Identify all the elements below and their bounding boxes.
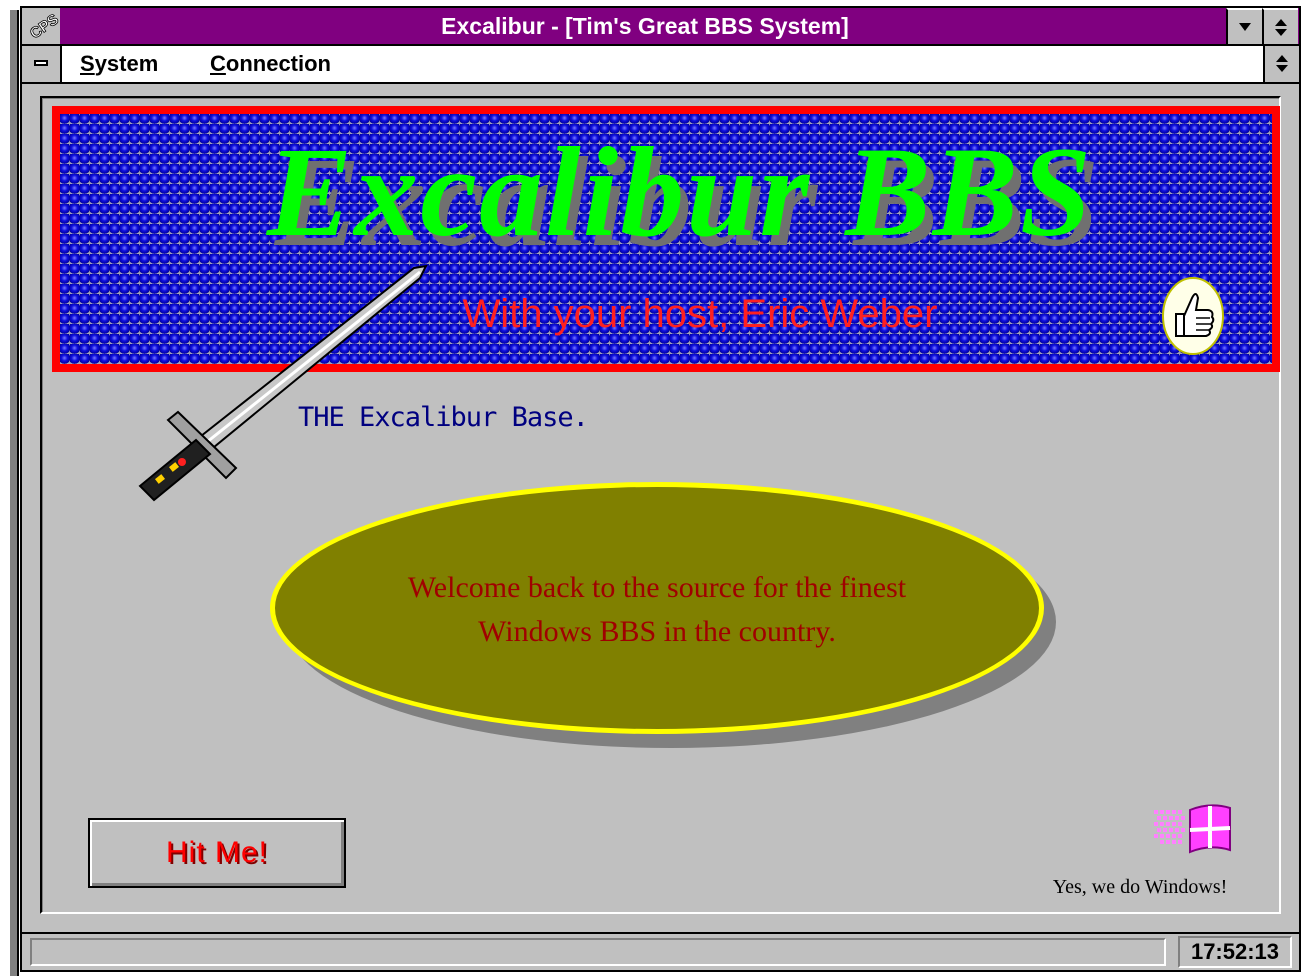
status-message-area [30, 938, 1166, 966]
client-area: Excalibur BBS With your host, Eric Weber… [20, 84, 1301, 932]
thumbs-up-icon [1162, 277, 1224, 355]
welcome-line-1: Welcome back to the source for the fines… [407, 571, 907, 604]
restore-button[interactable] [1262, 8, 1298, 44]
restore-icon [1276, 55, 1288, 72]
status-clock: 17:52:13 [1178, 936, 1292, 968]
menu-connection[interactable]: Connection [210, 46, 331, 82]
hit-me-button[interactable]: Hit Me! [88, 818, 346, 888]
window-left-edge [10, 10, 19, 976]
welcome-line-2: Windows BBS in the country. [478, 615, 836, 648]
minimize-icon [1239, 23, 1251, 31]
windows-caption: Yes, we do Windows! [1052, 876, 1228, 898]
menu-system[interactable]: System [80, 46, 158, 82]
welcome-message: Welcome back to the source for the fines… [302, 566, 1012, 654]
minimize-button[interactable] [1226, 8, 1262, 44]
restore-icon [1275, 19, 1287, 36]
banner-subtitle: With your host, Eric Weber [462, 292, 938, 336]
base-title: THE Excalibur Base. [298, 402, 589, 433]
status-bar: 17:52:13 [20, 932, 1301, 972]
document-control-menu-button[interactable] [22, 46, 62, 82]
banner-title: Excalibur BBS [266, 121, 1094, 263]
hit-me-label: Hit Me! [165, 836, 268, 869]
windows-logo-icon [1154, 804, 1231, 854]
control-menu-icon [34, 60, 48, 66]
title-bar[interactable]: Excalibur - [Tim's Great BBS System] [60, 6, 1301, 46]
cps-icon[interactable]: CPS [20, 6, 62, 46]
document-restore-button[interactable] [1263, 46, 1299, 82]
menu-bar: System Connection [20, 46, 1301, 84]
main-window: CPS Excalibur - [Tim's Great BBS System]… [0, 0, 1311, 976]
banner: Excalibur BBS With your host, Eric Weber [52, 106, 1280, 372]
window-title: Excalibur - [Tim's Great BBS System] [441, 13, 849, 39]
